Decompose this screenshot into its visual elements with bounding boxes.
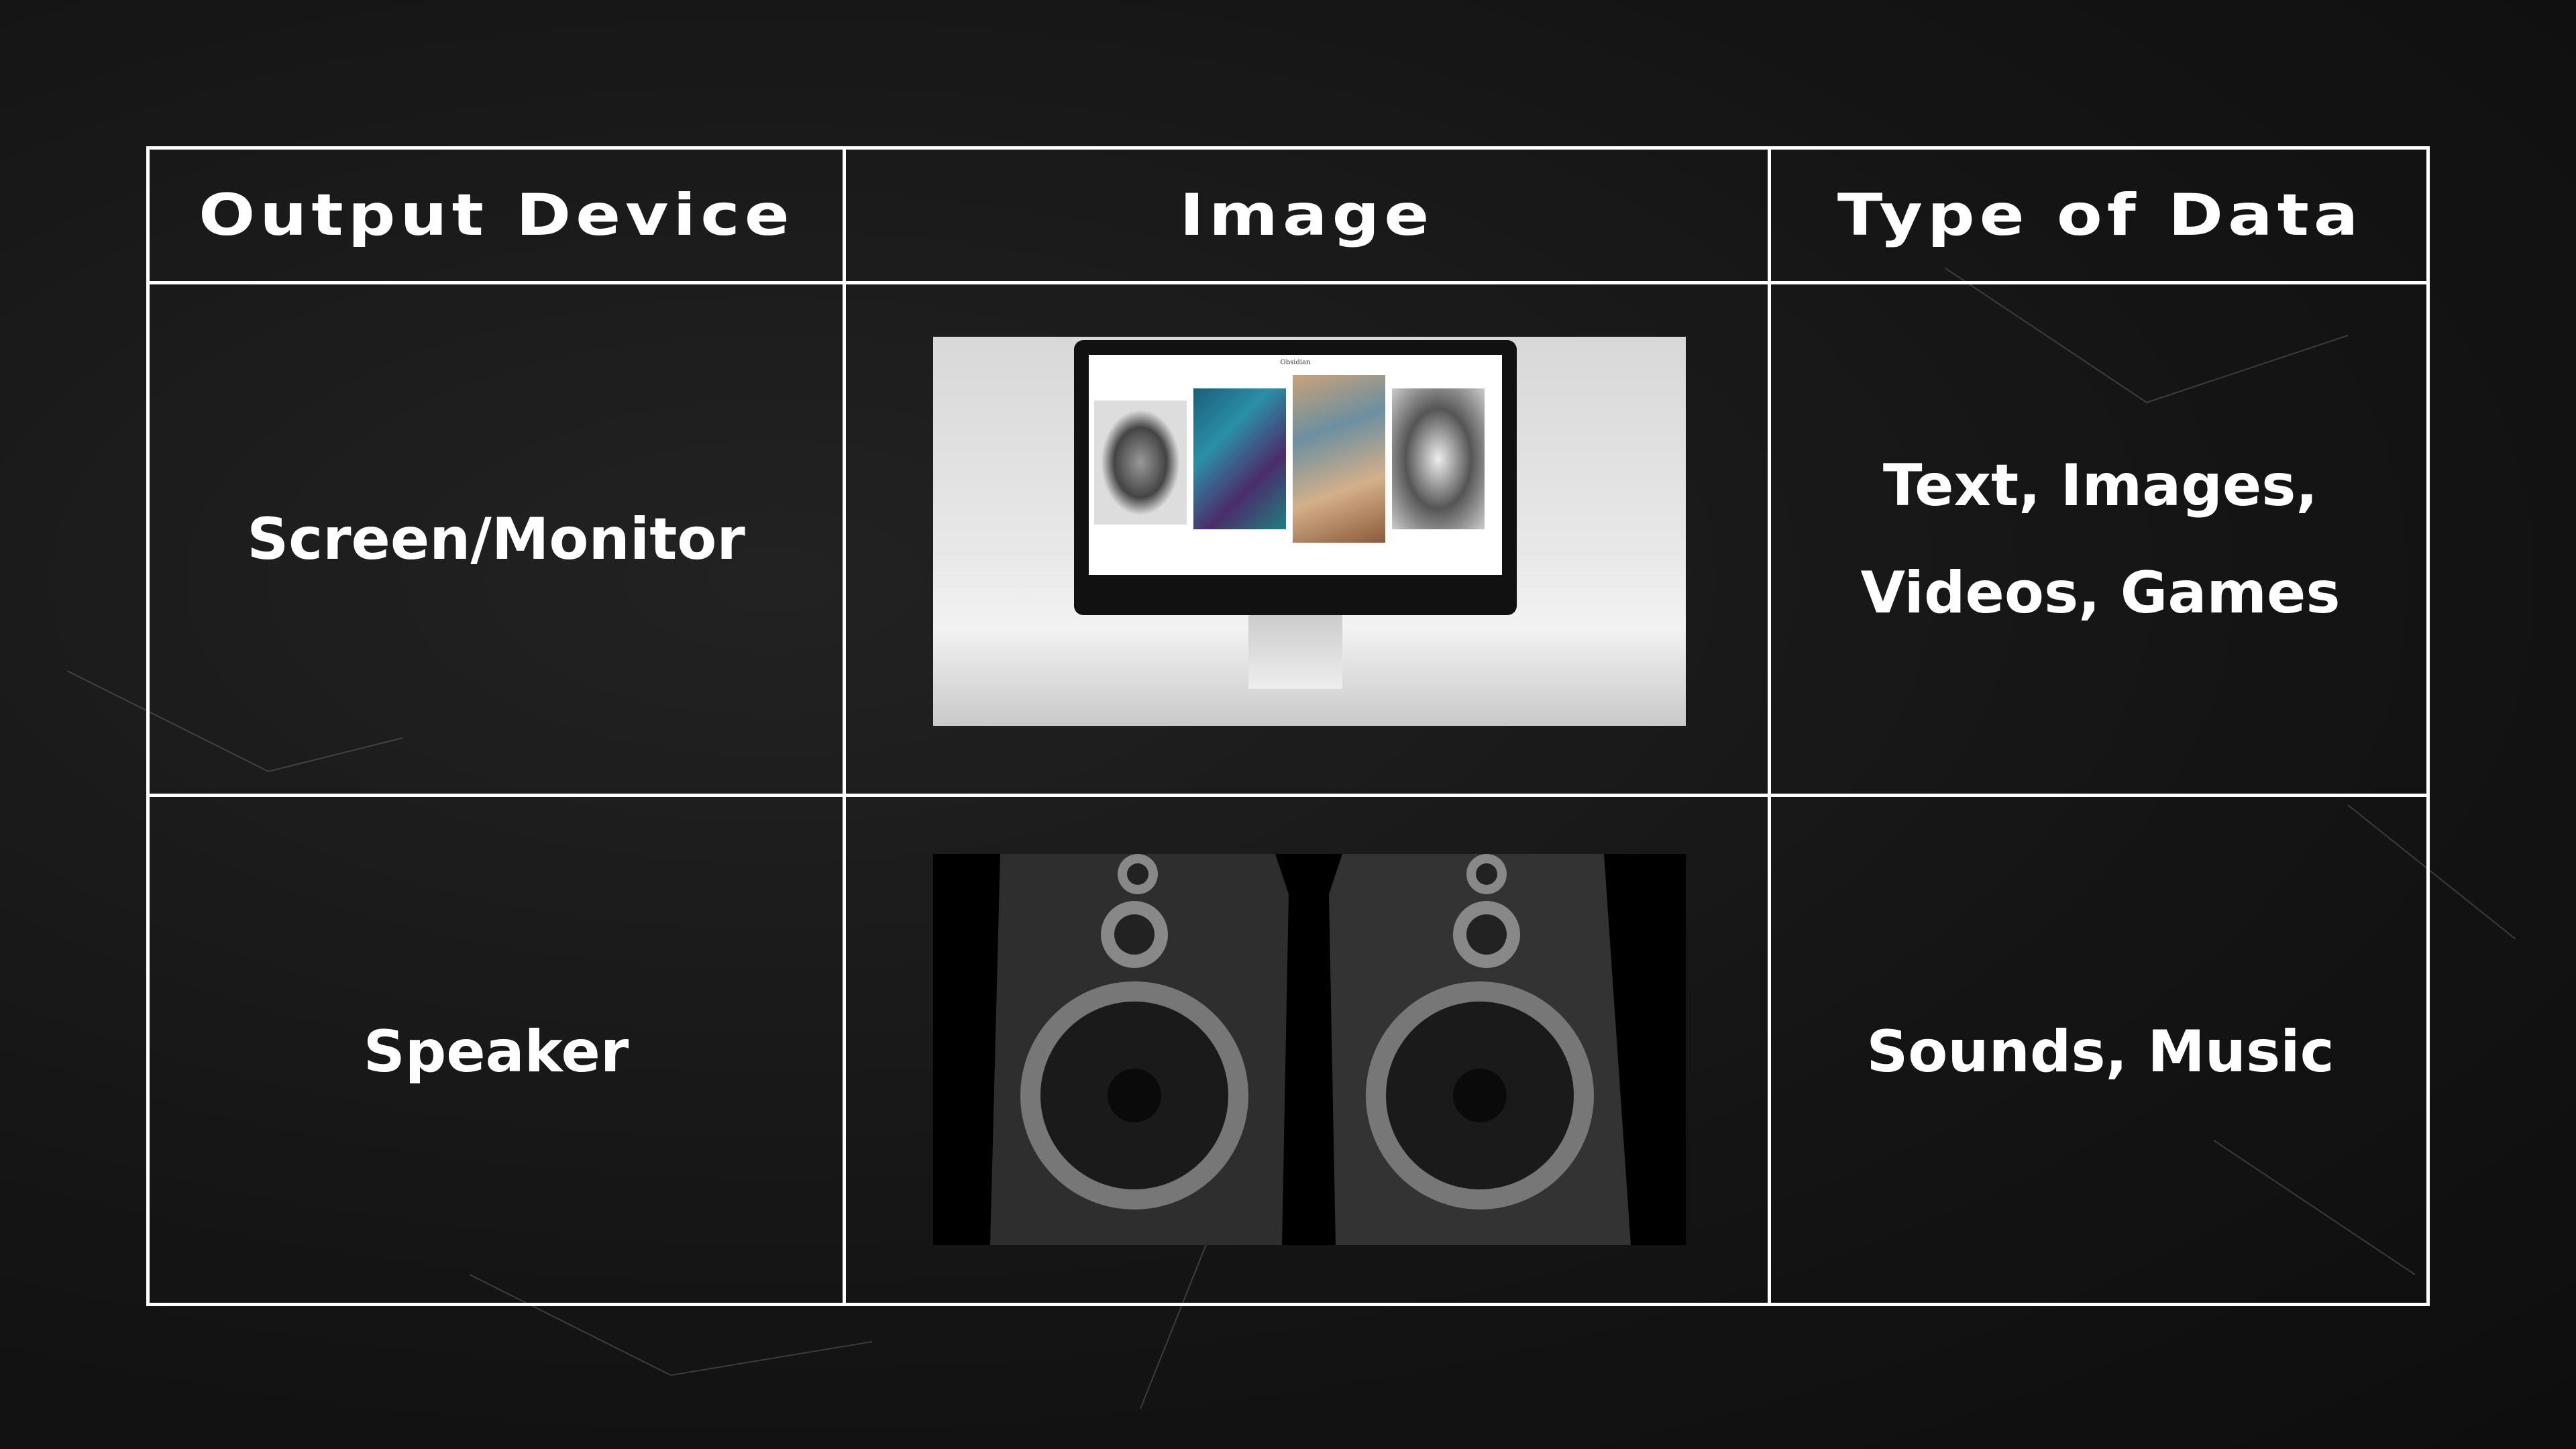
device-cell: Speaker: [150, 797, 843, 1306]
header-text: Output Device: [198, 182, 794, 249]
column-divider: [843, 150, 846, 1303]
speakers-image: [933, 854, 1686, 1245]
header-text: Image: [1179, 182, 1434, 249]
device-name: Screen/Monitor: [247, 505, 745, 573]
data-type-text: Videos, Games: [1860, 559, 2341, 627]
header-type-of-data: Type of Data: [1771, 150, 2430, 281]
header-output-device: Output Device: [150, 150, 843, 281]
monitor-image: Obsidian: [933, 337, 1686, 726]
header-image: Image: [846, 150, 1768, 281]
site-title: Obsidian: [1280, 359, 1311, 366]
monitor-bezel: Obsidian: [1074, 340, 1517, 615]
monitor-stand: [1248, 615, 1342, 689]
speakers-illustration: [990, 854, 1631, 1245]
device-cell: Screen/Monitor: [150, 284, 843, 794]
data-type-text: Sounds, Music: [1866, 1018, 2334, 1085]
data-type-cell: Text, Images, Videos, Games: [1771, 284, 2430, 794]
data-type-cell: Sounds, Music: [1771, 797, 2430, 1306]
device-name: Speaker: [363, 1018, 629, 1085]
monitor-screen: Obsidian: [1089, 355, 1502, 575]
header-text: Type of Data: [1837, 182, 2363, 249]
data-type-text: Text, Images,: [1882, 451, 2318, 519]
